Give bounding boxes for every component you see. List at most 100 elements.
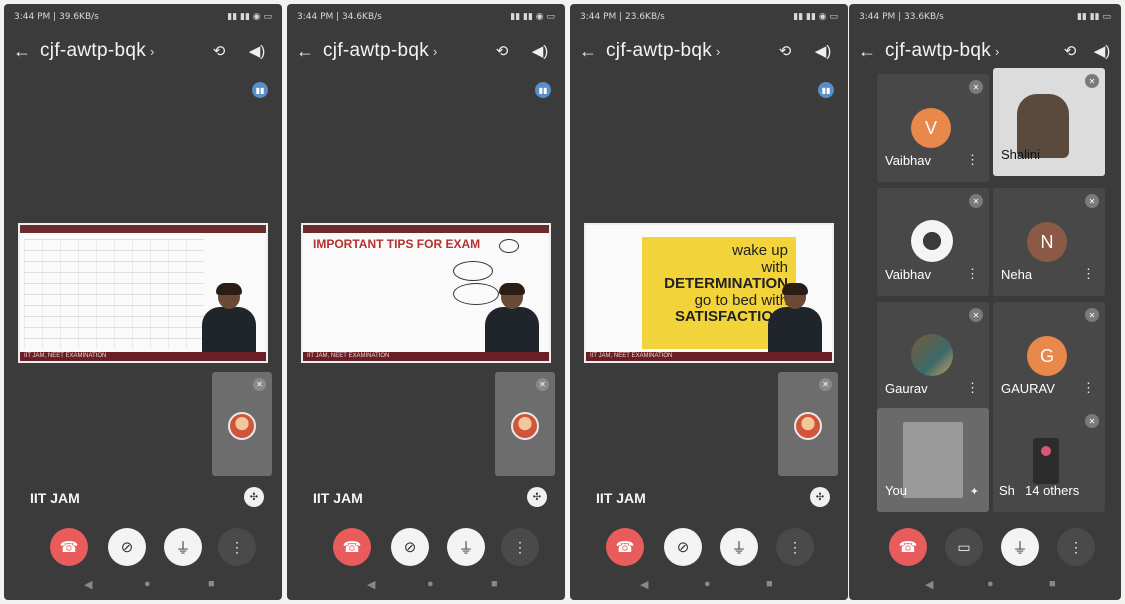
speaker-icon[interactable]: ◀) xyxy=(1091,40,1113,62)
slide-heading: IMPORTANT TIPS FOR EXAM xyxy=(313,237,481,251)
more-options-button[interactable]: ⋮ xyxy=(218,528,256,566)
meeting-code[interactable]: cjf-awtp-bqk xyxy=(40,40,146,62)
nav-recents-icon[interactable]: ■ xyxy=(766,578,773,590)
participant-tile[interactable]: ✕ Gaurav ⋮ xyxy=(877,302,989,410)
mic-off-icon: ✕ xyxy=(969,80,983,94)
back-arrow-icon[interactable]: ← xyxy=(4,34,40,68)
meeting-header: ← cjf-awtp-bqk › ⟲ ◀) xyxy=(4,34,282,68)
nav-recents-icon[interactable]: ■ xyxy=(491,578,498,590)
nav-home-icon[interactable]: ● xyxy=(144,578,151,590)
status-time: 3:44 PM | 23.6KB/s xyxy=(580,12,665,22)
more-options-button[interactable]: ⋮ xyxy=(501,528,539,566)
participant-name: Shalini xyxy=(1001,147,1041,162)
mic-off-button[interactable]: ⏚ xyxy=(447,528,485,566)
mic-off-icon: ✕ xyxy=(1085,194,1099,208)
switch-camera-icon[interactable]: ⟲ xyxy=(1059,40,1081,62)
participant-name: GAURAV xyxy=(1001,381,1055,396)
back-arrow-icon[interactable]: ← xyxy=(849,34,885,68)
phone-screen-3: 3:44 PM | 23.6KB/s ▮▮ ▮▮ ◉ ▭ ← cjf-awtp-… xyxy=(570,4,848,600)
more-options-button[interactable]: ⋮ xyxy=(776,528,814,566)
more-options-button[interactable]: ⋮ xyxy=(1057,528,1095,566)
effects-sparkle-icon[interactable]: ✦ xyxy=(970,485,979,498)
nav-back-icon[interactable]: ◀ xyxy=(84,578,92,591)
mic-off-button[interactable]: ⏚ xyxy=(1001,528,1039,566)
participant-tile[interactable]: ✕ V Vaibhav ⋮ xyxy=(877,74,989,182)
nav-recents-icon[interactable]: ■ xyxy=(1049,578,1056,590)
mic-off-icon: ✕ xyxy=(536,378,549,391)
presentation-slide: IIT JAM, NEET EXAMINATION xyxy=(18,223,268,363)
screenshot-collage: 3:44 PM | 39.6KB/s ▮▮ ▮▮ ◉ ▭ ← cjf-awtp-… xyxy=(0,0,1125,604)
camera-off-button[interactable]: ⊘ xyxy=(664,528,702,566)
collapse-icon[interactable]: ✣ xyxy=(244,487,264,507)
others-count[interactable]: 14 others xyxy=(1025,483,1079,498)
mic-off-button[interactable]: ⏚ xyxy=(720,528,758,566)
avatar: V xyxy=(911,108,951,148)
meeting-code[interactable]: cjf-awtp-bqk xyxy=(606,40,712,62)
back-arrow-icon[interactable]: ← xyxy=(570,34,606,68)
end-call-button[interactable]: ☎ xyxy=(606,528,644,566)
camera-off-button[interactable]: ⊘ xyxy=(391,528,429,566)
nav-home-icon[interactable]: ● xyxy=(704,578,711,590)
slide-footer: IIT JAM, NEET EXAMINATION xyxy=(586,352,832,361)
self-view-tile[interactable]: You ✦ xyxy=(877,408,989,512)
meeting-code[interactable]: cjf-awtp-bqk xyxy=(323,40,429,62)
self-view-tile[interactable]: ✕ xyxy=(778,372,838,476)
nav-back-icon[interactable]: ◀ xyxy=(367,578,375,591)
recording-dot xyxy=(1041,446,1051,456)
chevron-right-icon[interactable]: › xyxy=(995,44,999,59)
collapse-icon[interactable]: ✣ xyxy=(527,487,547,507)
nav-back-icon[interactable]: ◀ xyxy=(640,578,648,591)
participant-name: Gaurav xyxy=(885,381,928,396)
participant-name: Neha xyxy=(1001,267,1033,282)
mic-off-button[interactable]: ⏚ xyxy=(164,528,202,566)
participant-tile[interactable]: ✕ G GAURAV ⋮ xyxy=(993,302,1105,410)
phone-screen-2: 3:44 PM | 34.6KB/s ▮▮ ▮▮ ◉ ▭ ← cjf-awtp-… xyxy=(287,4,565,600)
self-view-tile[interactable]: ✕ xyxy=(212,372,272,476)
presenter-video xyxy=(479,283,543,353)
avatar xyxy=(228,412,256,440)
participant-tile[interactable]: ✕ N Neha ⋮ xyxy=(993,188,1105,296)
switch-camera-icon[interactable]: ⟲ xyxy=(491,40,513,62)
participant-tile[interactable]: ✕ Vaibhav ⋮ xyxy=(877,188,989,296)
chevron-right-icon[interactable]: › xyxy=(150,44,154,59)
nav-home-icon[interactable]: ● xyxy=(987,578,994,590)
speaker-icon[interactable]: ◀) xyxy=(246,40,268,62)
quote-line: wake up xyxy=(732,242,788,259)
collapse-icon[interactable]: ✣ xyxy=(810,487,830,507)
avatar: G xyxy=(1027,336,1067,376)
nav-recents-icon[interactable]: ■ xyxy=(208,578,215,590)
status-time: 3:44 PM | 33.6KB/s xyxy=(859,12,944,22)
more-vert-icon[interactable]: ⋮ xyxy=(966,380,979,396)
chevron-right-icon[interactable]: › xyxy=(716,44,720,59)
phone-screen-1: 3:44 PM | 39.6KB/s ▮▮ ▮▮ ◉ ▭ ← cjf-awtp-… xyxy=(4,4,282,600)
nav-back-icon[interactable]: ◀ xyxy=(925,578,933,591)
nav-home-icon[interactable]: ● xyxy=(427,578,434,590)
speaker-icon[interactable]: ◀) xyxy=(812,40,834,62)
more-vert-icon[interactable]: ⋮ xyxy=(966,266,979,282)
end-call-button[interactable]: ☎ xyxy=(333,528,371,566)
more-vert-icon[interactable]: ⋮ xyxy=(1082,266,1095,282)
chevron-right-icon[interactable]: › xyxy=(433,44,437,59)
presenter-name: IIT JAM xyxy=(596,490,646,506)
more-vert-icon[interactable]: ⋮ xyxy=(966,152,979,168)
status-time: 3:44 PM | 34.6KB/s xyxy=(297,12,382,22)
speaker-icon[interactable]: ◀) xyxy=(529,40,551,62)
participant-tile[interactable]: ✕ Shalini xyxy=(993,68,1105,176)
participant-tile[interactable]: ✕ Sh 14 others xyxy=(993,408,1105,512)
status-icons: ▮▮ ▮▮ ◉ ▭ xyxy=(227,12,272,22)
back-arrow-icon[interactable]: ← xyxy=(287,34,323,68)
self-view-tile[interactable]: ✕ xyxy=(495,372,555,476)
audio-indicator-icon: ▮▮ xyxy=(818,82,834,98)
camera-off-button[interactable]: ⊘ xyxy=(108,528,146,566)
slide-scribble xyxy=(499,239,519,253)
more-vert-icon[interactable]: ⋮ xyxy=(1082,380,1095,396)
camera-off-button[interactable]: ▭ xyxy=(945,528,983,566)
switch-camera-icon[interactable]: ⟲ xyxy=(208,40,230,62)
status-bar: 3:44 PM | 39.6KB/s ▮▮ ▮▮ ◉ ▭ xyxy=(4,4,282,32)
self-video xyxy=(903,422,963,498)
end-call-button[interactable]: ☎ xyxy=(50,528,88,566)
switch-camera-icon[interactable]: ⟲ xyxy=(774,40,796,62)
presenter-video xyxy=(762,283,826,353)
end-call-button[interactable]: ☎ xyxy=(889,528,927,566)
meeting-code[interactable]: cjf-awtp-bqk xyxy=(885,40,991,62)
